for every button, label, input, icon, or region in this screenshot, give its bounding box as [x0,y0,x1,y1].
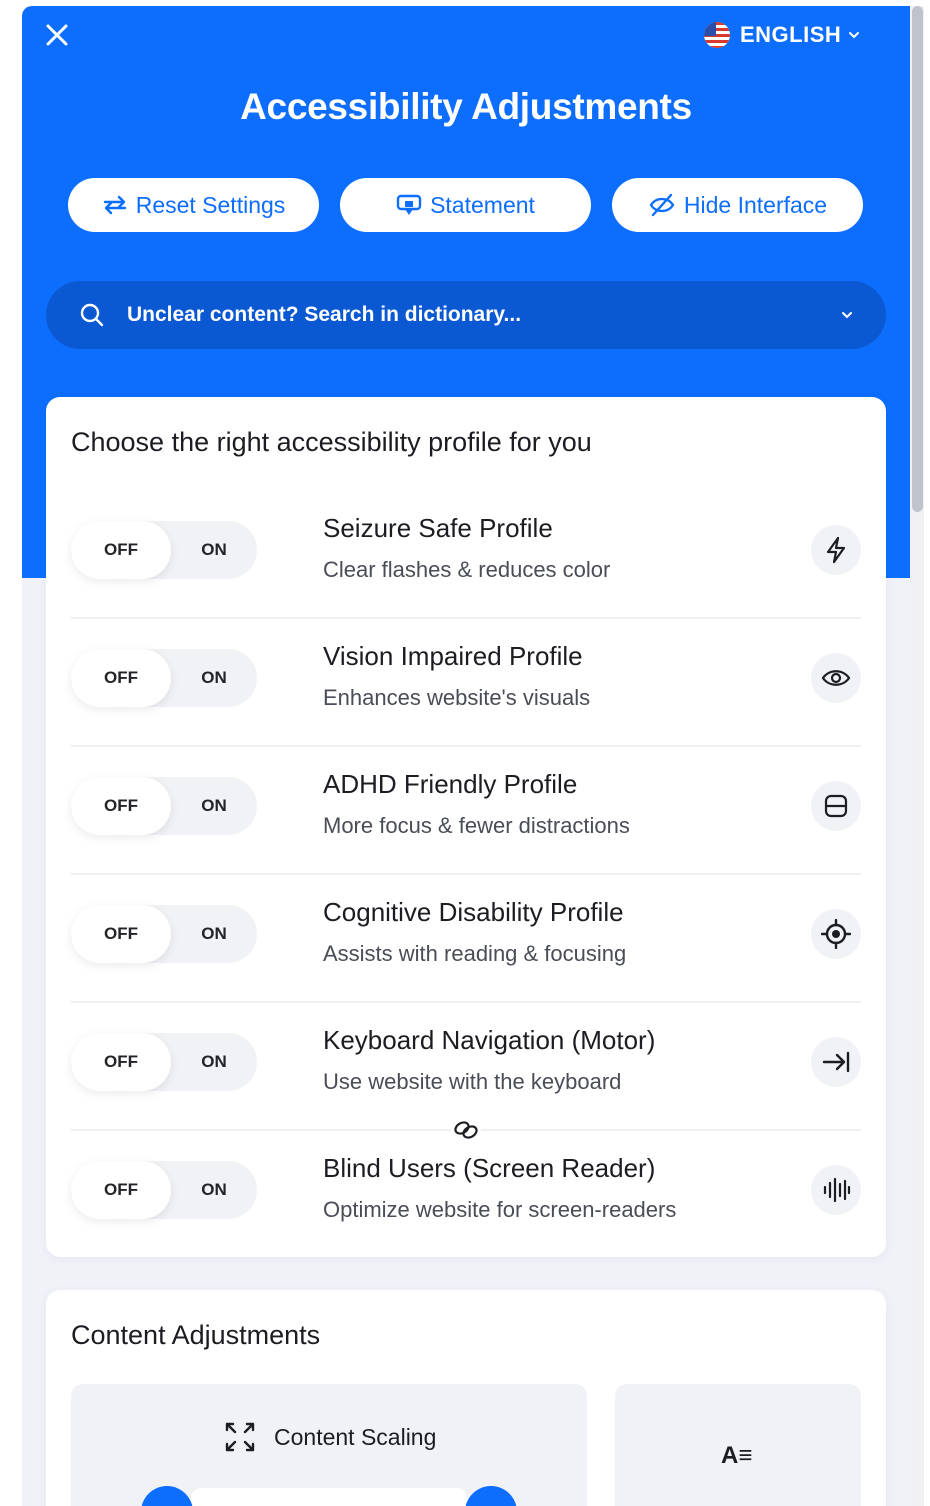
reset-settings-label: Reset Settings [135,191,286,218]
profiles-heading: Choose the right accessibility profile f… [71,427,592,457]
content-adjustments-card: Content Adjustments Content Scaling A≡ [46,1290,886,1506]
increase-scale-button[interactable] [465,1486,517,1506]
content-scaling-tile: Content Scaling [71,1384,587,1506]
statement-icon [396,194,422,215]
toggle-off-label: OFF [104,924,138,943]
toggle-off-label: OFF [104,668,138,687]
profile-toggle[interactable]: OFF ON [71,1033,257,1091]
content-scaling-label: Content Scaling [274,1424,437,1450]
toggle-on-label: ON [201,796,227,815]
toggle-on-label: ON [201,540,227,559]
profile-description: Use website with the keyboard [323,1069,622,1094]
text-format-icon: A≡ [721,1442,753,1469]
reset-settings-button[interactable]: Reset Settings [68,178,319,232]
reset-icon [103,195,126,215]
search-icon [80,303,104,327]
profile-name: Cognitive Disability Profile [323,897,624,927]
profile-name: Seizure Safe Profile [323,513,553,543]
toggle-on-label: ON [201,1052,227,1071]
content-adjustments-heading: Content Adjustments [71,1320,321,1350]
toggle-off-label: OFF [104,796,138,815]
hide-interface-button[interactable]: Hide Interface [612,178,863,232]
scrollbar-thumb[interactable] [912,6,923,512]
profile-name: Vision Impaired Profile [323,641,583,671]
arrow-to-bar-icon [811,1037,861,1087]
language-selector[interactable]: ENGLISH [704,20,861,50]
focus-frame-icon [811,781,861,831]
profile-name: Keyboard Navigation (Motor) [323,1025,656,1055]
profile-toggle[interactable]: OFF ON [71,521,257,579]
us-flag-icon [704,22,730,48]
toggle-on-label: ON [201,1180,227,1199]
profile-name: ADHD Friendly Profile [323,769,578,799]
close-icon[interactable] [44,22,70,48]
lightning-icon [811,525,861,575]
profile-toggle[interactable]: OFF ON [71,905,257,963]
profile-row-screen-reader: OFF ON Blind Users (Screen Reader) Optim… [71,1131,861,1259]
scaling-value-display [191,1488,467,1506]
hide-interface-label: Hide Interface [683,191,828,218]
accessibility-panel: ENGLISH Accessibility Adjustments Reset … [22,6,910,1506]
target-icon [811,909,861,959]
profile-row-cognitive: OFF ON Cognitive Disability Profile Assi… [71,875,861,1003]
profile-description: More focus & fewer distractions [323,813,630,838]
profile-description: Clear flashes & reduces color [323,557,611,582]
chevron-down-icon [842,312,852,319]
readable-font-tile[interactable]: A≡ [615,1384,861,1506]
profiles-card: Choose the right accessibility profile f… [46,397,886,1257]
eye-slash-icon [649,193,675,217]
profile-toggle[interactable]: OFF ON [71,649,257,707]
profile-description: Optimize website for screen-readers [323,1197,677,1222]
toggle-on-label: ON [201,924,227,943]
audio-wave-icon [811,1165,861,1215]
profile-row-keyboard: OFF ON Keyboard Navigation (Motor) Use w… [71,1003,861,1131]
profile-row-adhd: OFF ON ADHD Friendly Profile More focus … [71,747,861,875]
profile-row-vision: OFF ON Vision Impaired Profile Enhances … [71,619,861,747]
profile-toggle[interactable]: OFF ON [71,1161,257,1219]
search-placeholder: Unclear content? Search in dictionary... [127,303,522,326]
dictionary-search[interactable]: Unclear content? Search in dictionary... [46,281,886,349]
toggle-off-label: OFF [104,540,138,559]
profile-description: Assists with reading & focusing [323,941,627,966]
toggle-off-label: OFF [104,1180,138,1199]
statement-label: Statement [430,191,535,218]
chevron-down-icon [849,32,860,39]
profile-name: Blind Users (Screen Reader) [323,1153,656,1183]
decrease-scale-button[interactable] [141,1486,193,1506]
expand-icon [225,1422,255,1452]
toggle-off-label: OFF [104,1052,138,1071]
language-label: ENGLISH [740,22,842,47]
eye-icon [811,653,861,703]
profile-row-seizure: OFF ON Seizure Safe Profile Clear flashe… [71,491,861,619]
profile-description: Enhances website's visuals [323,685,591,710]
profile-toggle[interactable]: OFF ON [71,777,257,835]
toggle-on-label: ON [201,668,227,687]
page-title: Accessibility Adjustments [240,86,692,127]
statement-button[interactable]: Statement [340,178,591,232]
